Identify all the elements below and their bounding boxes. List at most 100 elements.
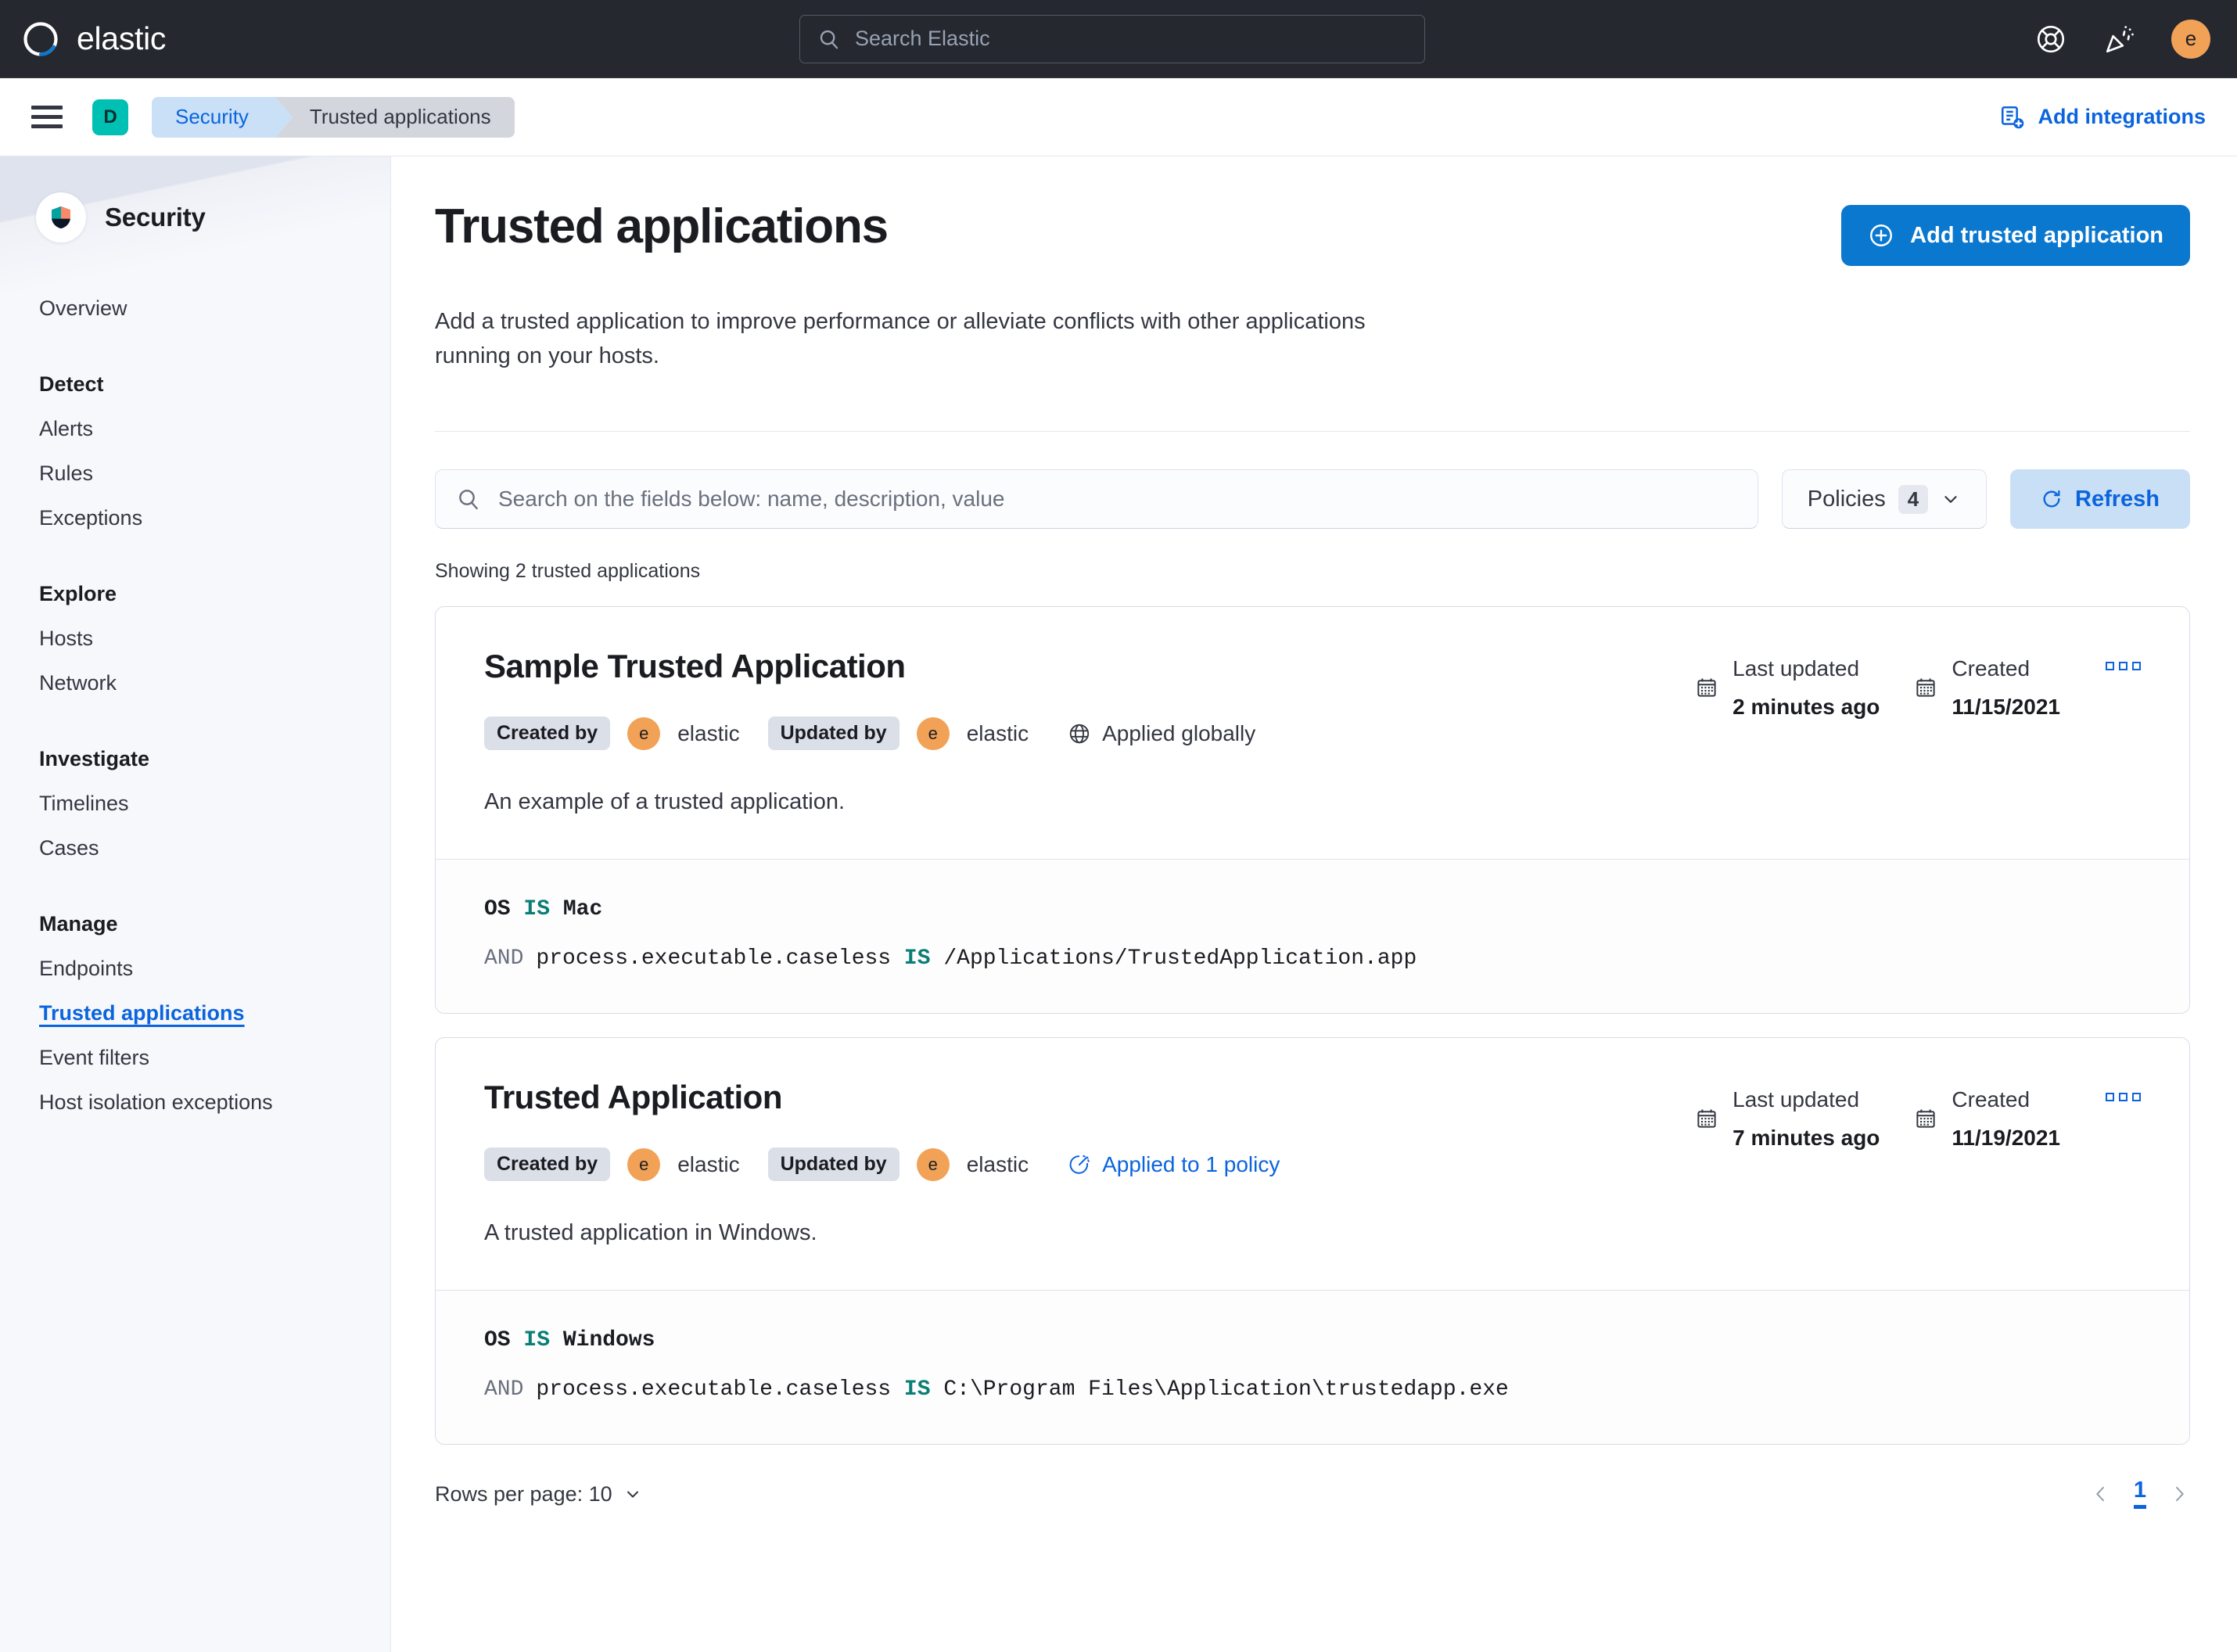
created-label: Created <box>1952 655 2060 682</box>
criteria-entry-line: ANDprocess.executable.caseless IS C:\Pro… <box>484 1377 2141 1402</box>
trusted-application-card: Trusted ApplicationCreated byeelasticUpd… <box>435 1037 2190 1445</box>
results-count: Showing 2 trusted applications <box>435 560 2190 583</box>
page-number-1[interactable]: 1 <box>2134 1479 2146 1509</box>
breadcrumb-item-trusted-applications[interactable]: Trusted applications <box>275 97 515 138</box>
applied-scope: Applied globally <box>1068 721 1255 746</box>
criteria-and-label: AND <box>484 946 523 971</box>
refresh-button[interactable]: Refresh <box>2010 469 2190 529</box>
sidebar-group-manage: Manage <box>39 902 390 946</box>
elastic-logo[interactable]: elastic <box>20 19 166 59</box>
space-badge[interactable]: D <box>92 99 128 135</box>
sidebar-item-trusted-applications[interactable]: Trusted applications <box>39 991 390 1036</box>
global-search-placeholder: Search Elastic <box>855 27 990 51</box>
add-trusted-application-button[interactable]: Add trusted application <box>1841 205 2190 266</box>
sidebar-item-timelines[interactable]: Timelines <box>39 781 390 826</box>
kebab-horizontal-icon[interactable] <box>2106 1086 2141 1101</box>
criteria-field: process.executable.caseless <box>536 1377 891 1402</box>
elastic-logo-icon <box>20 19 61 59</box>
trusted-applications-list: Sample Trusted ApplicationCreated byeela… <box>435 606 2190 1445</box>
divider <box>435 431 2190 432</box>
updated-by-avatar: e <box>917 1148 950 1181</box>
filter-bar: Search on the fields below: name, descri… <box>435 469 2190 529</box>
search-icon <box>456 487 481 512</box>
created-label: Created <box>1952 1086 2060 1113</box>
rows-per-page-button[interactable]: Rows per page: 10 <box>435 1482 642 1507</box>
sidebar-item-cases[interactable]: Cases <box>39 826 390 871</box>
sidebar-item-exceptions[interactable]: Exceptions <box>39 496 390 540</box>
page-description: Add a trusted application to improve per… <box>435 305 1428 373</box>
party-popper-icon[interactable] <box>2102 22 2137 56</box>
sidebar-group-explore: Explore <box>39 572 390 616</box>
criteria-entry-line: ANDprocess.executable.caseless IS /Appli… <box>484 946 2141 971</box>
created-by-user: elastic <box>677 1152 739 1177</box>
nav-spacer <box>39 871 390 902</box>
card-body: Sample Trusted ApplicationCreated byeela… <box>436 607 2189 859</box>
sidebar-item-event-filters[interactable]: Event filters <box>39 1036 390 1080</box>
pagination-bar: Rows per page: 10 1 <box>435 1479 2190 1540</box>
criteria-os-value: Mac <box>563 897 602 921</box>
sidebar-item-network[interactable]: Network <box>39 661 390 706</box>
sidebar-item-hosts[interactable]: Hosts <box>39 616 390 661</box>
calendar-icon <box>1914 1086 1937 1151</box>
calendar-icon <box>1914 655 1937 720</box>
policies-filter-count: 4 <box>1898 485 1928 514</box>
add-trusted-application-label: Add trusted application <box>1910 223 2163 249</box>
criteria-os-operator: IS <box>523 897 550 921</box>
card-top: Trusted ApplicationCreated byeelasticUpd… <box>484 1079 2141 1181</box>
criteria-os-field: OS <box>484 897 511 921</box>
card-description: A trusted application in Windows. <box>484 1220 2141 1246</box>
nav-spacer <box>39 331 390 362</box>
card-body: Trusted ApplicationCreated byeelasticUpd… <box>436 1038 2189 1290</box>
card-title: Sample Trusted Application <box>484 648 1255 685</box>
user-avatar[interactable]: e <box>2171 20 2210 59</box>
breadcrumb-item-security[interactable]: Security <box>152 97 275 138</box>
sidebar-item-host-isolation-exceptions[interactable]: Host isolation exceptions <box>39 1080 390 1125</box>
created-by-avatar: e <box>627 1148 660 1181</box>
hamburger-menu-icon[interactable] <box>31 106 63 128</box>
global-header: elastic Search Elastic <box>0 0 2237 78</box>
sidebar-item-alerts[interactable]: Alerts <box>39 407 390 451</box>
card-description: An example of a trusted application. <box>484 789 2141 815</box>
policies-filter-button[interactable]: Policies 4 <box>1782 469 1987 529</box>
applied-scope[interactable]: Applied to 1 policy <box>1068 1152 1280 1177</box>
integrations-add-icon <box>1999 104 2026 131</box>
criteria-os-line: OS IS Mac <box>484 897 2141 921</box>
created-by-label: Created by <box>484 1147 610 1181</box>
calendar-icon <box>1695 1086 1718 1151</box>
updated-by-label: Updated by <box>768 1147 899 1181</box>
nav-spacer <box>39 540 390 572</box>
sidebar-item-endpoints[interactable]: Endpoints <box>39 946 390 991</box>
updated-by-user: elastic <box>967 721 1029 746</box>
card-identity: Sample Trusted ApplicationCreated byeela… <box>484 648 1255 750</box>
add-integrations-button[interactable]: Add integrations <box>1999 104 2206 131</box>
last-updated-block: Last updated7 minutes ago <box>1695 1086 1880 1151</box>
kebab-horizontal-icon[interactable] <box>2106 655 2141 670</box>
header-actions: e <box>2034 20 2210 59</box>
chevron-left-icon[interactable] <box>2090 1483 2112 1505</box>
trusted-application-card: Sample Trusted ApplicationCreated byeela… <box>435 606 2190 1014</box>
criteria-os-operator: IS <box>523 1328 550 1352</box>
applied-scope-label: Applied globally <box>1102 721 1255 746</box>
refresh-label: Refresh <box>2075 487 2160 512</box>
page-controls: 1 <box>2090 1479 2190 1509</box>
criteria-os-value: Windows <box>563 1328 655 1352</box>
created-by-user: elastic <box>677 721 739 746</box>
sidebar-nav: OverviewDetectAlertsRulesExceptionsExplo… <box>0 242 390 1125</box>
lifebuoy-icon[interactable] <box>2034 22 2068 56</box>
created-by-avatar: e <box>627 717 660 750</box>
sidebar-item-overview[interactable]: Overview <box>39 286 390 331</box>
chevron-right-icon[interactable] <box>2168 1483 2190 1505</box>
updated-by-label: Updated by <box>768 716 899 750</box>
sidebar-item-rules[interactable]: Rules <box>39 451 390 496</box>
updated-by-user: elastic <box>967 1152 1029 1177</box>
search-input[interactable]: Search on the fields below: name, descri… <box>435 469 1758 529</box>
criteria-value: C:\Program Files\Application\trustedapp.… <box>943 1377 1509 1402</box>
page-header: Trusted applications Add trusted applica… <box>435 200 2190 266</box>
refresh-icon <box>2041 488 2063 510</box>
criteria-operator: IS <box>904 946 931 971</box>
criteria-operator: IS <box>904 1377 931 1402</box>
last-updated-block: Last updated2 minutes ago <box>1695 655 1880 720</box>
card-criteria: OS IS Mac ANDprocess.executable.caseless … <box>436 859 2189 1013</box>
global-search-input[interactable]: Search Elastic <box>799 15 1425 63</box>
created-by-label: Created by <box>484 716 610 750</box>
